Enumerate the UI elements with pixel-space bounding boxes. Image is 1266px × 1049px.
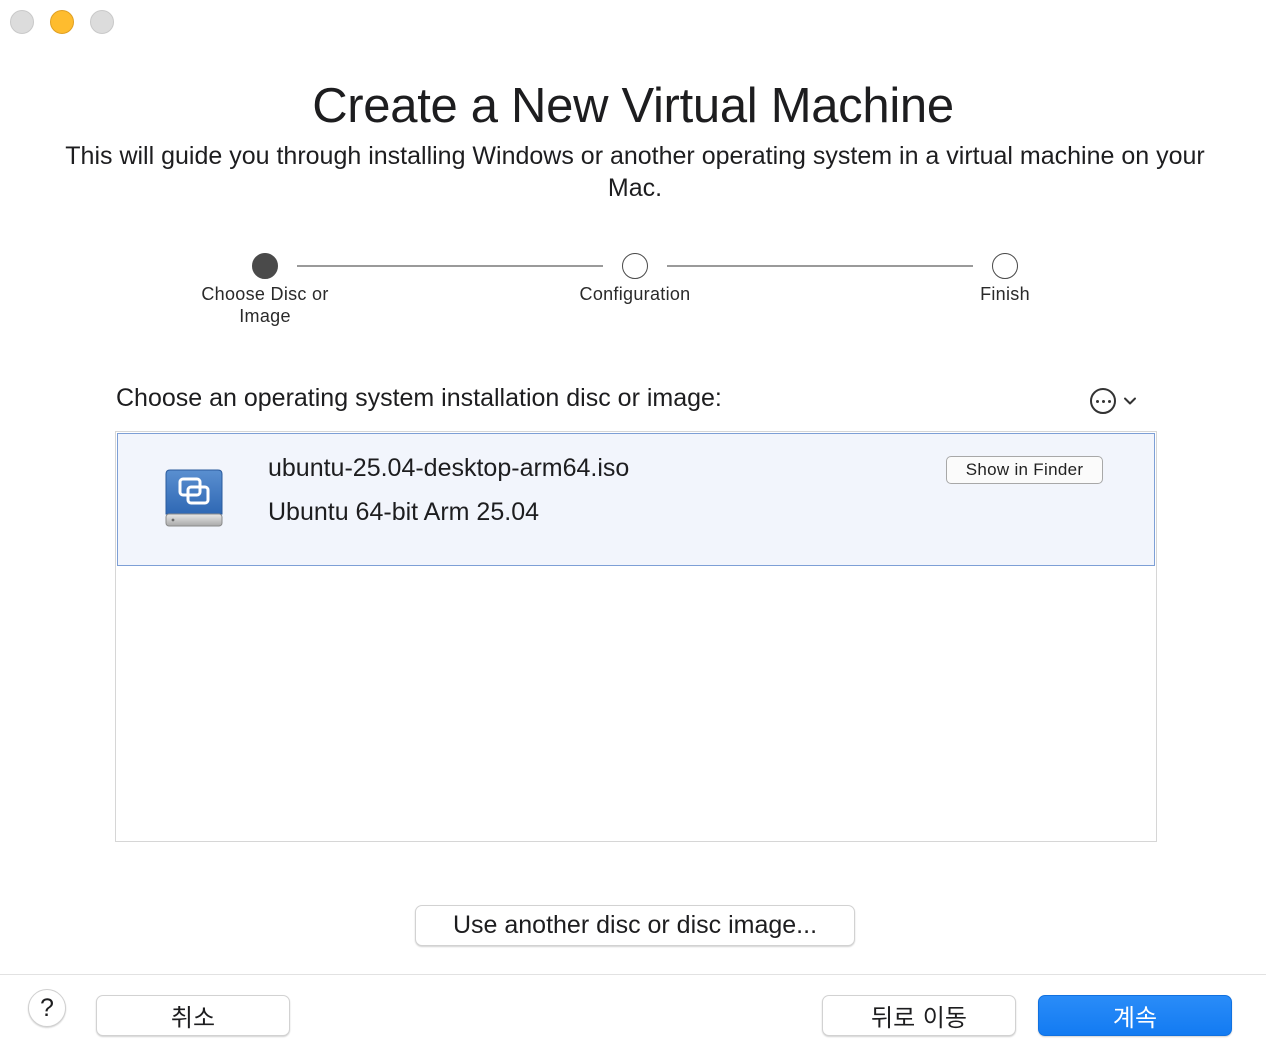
- ellipsis-circle-icon: [1090, 388, 1116, 414]
- step-connector: [297, 265, 603, 267]
- page-title: Create a New Virtual Machine: [312, 79, 954, 133]
- step-label-configuration: Configuration: [579, 284, 691, 304]
- disc-image-list[interactable]: ubuntu-25.04-desktop-arm64.iso Ubuntu 64…: [115, 431, 1157, 842]
- wizard-stepper: Choose Disc or Image Configuration Finis…: [0, 252, 1266, 342]
- disk-image-icon: [165, 469, 223, 527]
- more-options-button[interactable]: [1090, 388, 1138, 414]
- back-button[interactable]: 뒤로 이동: [822, 995, 1016, 1036]
- list-item[interactable]: ubuntu-25.04-desktop-arm64.iso Ubuntu 64…: [117, 433, 1155, 566]
- step-indicator-choose-disc: [252, 253, 278, 279]
- use-another-disc-button[interactable]: Use another disc or disc image...: [415, 905, 855, 946]
- zoom-window-button[interactable]: [90, 10, 114, 34]
- show-in-finder-button[interactable]: Show in Finder: [946, 456, 1103, 484]
- window: Create a New Virtual Machine This will g…: [0, 0, 1266, 1049]
- chooser-label: Choose an operating system installation …: [116, 384, 722, 412]
- step-label-choose-disc: Choose Disc or Image: [201, 284, 329, 326]
- disc-image-description: Ubuntu 64-bit Arm 25.04: [268, 498, 539, 526]
- help-button[interactable]: ?: [28, 989, 66, 1027]
- close-window-button[interactable]: [10, 10, 34, 34]
- page-subtitle: This will guide you through installing W…: [65, 142, 1205, 202]
- continue-button[interactable]: 계속: [1038, 995, 1232, 1036]
- minimize-window-button[interactable]: [50, 10, 74, 34]
- cancel-button[interactable]: 취소: [96, 995, 290, 1036]
- step-indicator-finish: [992, 253, 1018, 279]
- footer-divider: [0, 974, 1266, 975]
- disc-image-name: ubuntu-25.04-desktop-arm64.iso: [268, 454, 630, 482]
- step-connector: [667, 265, 973, 267]
- step-label-finish: Finish: [980, 284, 1030, 304]
- step-indicator-configuration: [622, 253, 648, 279]
- window-controls: [10, 10, 114, 34]
- chevron-down-icon: [1124, 397, 1136, 405]
